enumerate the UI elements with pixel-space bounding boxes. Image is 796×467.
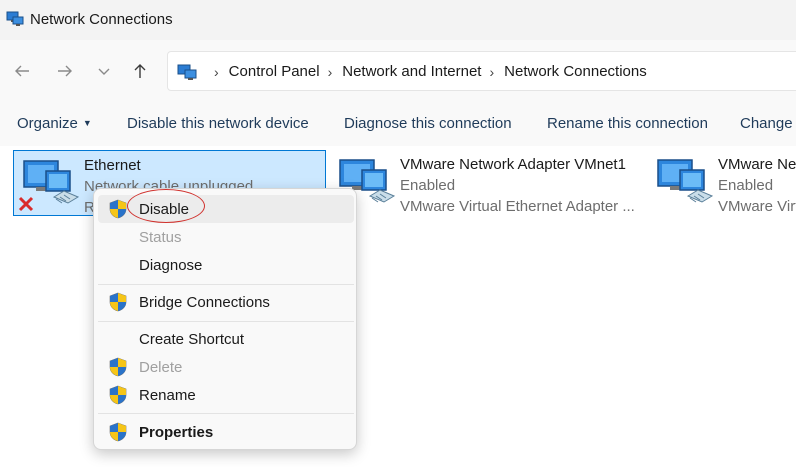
menu-separator	[98, 284, 354, 285]
uac-shield-icon	[109, 385, 127, 405]
breadcrumb-network-connections[interactable]: Network Connections	[504, 63, 647, 80]
network-connections-icon	[177, 64, 197, 80]
uac-shield-icon	[109, 292, 127, 312]
menu-item-rename[interactable]: Rename	[98, 381, 354, 409]
chevron-down-icon	[98, 68, 110, 75]
organize-button[interactable]: Organize ▼	[17, 115, 92, 132]
adapter-name: VMware Ne	[718, 156, 796, 173]
uac-shield-icon	[109, 357, 127, 377]
title-bar: Network Connections	[0, 0, 796, 40]
menu-item-bridge-connections[interactable]: Bridge Connections	[98, 288, 354, 316]
menu-item-label: Bridge Connections	[139, 294, 270, 311]
arrow-left-icon	[15, 65, 29, 77]
adapter-name: VMware Network Adapter VMnet1	[400, 156, 626, 173]
menu-item-label: Properties	[139, 424, 214, 441]
menu-item-diagnose[interactable]: Diagnose	[98, 251, 354, 279]
disable-device-button[interactable]: Disable this network device	[127, 115, 309, 132]
menu-item-label: Rename	[139, 387, 196, 404]
arrow-right-icon	[58, 65, 72, 77]
adapter-device: VMware Virtu	[718, 198, 796, 215]
up-button[interactable]	[127, 58, 153, 84]
adapter-status: Enabled	[718, 177, 774, 194]
organize-label: Organize	[17, 115, 78, 132]
menu-separator	[98, 321, 354, 322]
menu-item-label: Delete	[139, 359, 183, 376]
address-bar-area: › Control Panel › Network and Internet ›…	[0, 40, 796, 102]
rename-connection-button[interactable]: Rename this connection	[547, 115, 708, 132]
breadcrumb-network-and-internet[interactable]: Network and Internet	[342, 63, 481, 80]
back-button[interactable]	[9, 58, 35, 84]
menu-item-label: Create Shortcut	[139, 331, 245, 348]
forward-button[interactable]	[52, 58, 78, 84]
disconnected-x-icon	[18, 196, 34, 212]
menu-item-label: Status	[139, 229, 182, 246]
menu-item-create-shortcut[interactable]: Create Shortcut	[98, 325, 354, 353]
chevron-right-icon[interactable]: ›	[328, 64, 333, 80]
arrow-up-icon	[134, 64, 146, 78]
adapter-vmware-second[interactable]: VMware Ne Enabled VMware Virtu	[648, 150, 796, 216]
menu-item-delete: Delete	[98, 353, 354, 381]
context-menu: Disable Status Diagnose Bridge Connectio…	[93, 188, 357, 450]
menu-separator	[98, 413, 354, 414]
recent-locations-button[interactable]	[91, 58, 117, 84]
diagnose-connection-button[interactable]: Diagnose this connection	[344, 115, 512, 132]
command-bar: Organize ▼ Disable this network device Di…	[0, 102, 796, 146]
menu-item-status: Status	[98, 223, 354, 251]
chevron-right-icon[interactable]: ›	[489, 64, 494, 80]
highlight-circle	[127, 189, 205, 223]
uac-shield-icon	[109, 422, 127, 442]
adapter-vmnet1[interactable]: VMware Network Adapter VMnet1 Enabled VM…	[330, 150, 640, 216]
change-settings-button[interactable]: Change	[740, 115, 793, 132]
adapter-name: Ethernet	[84, 157, 141, 174]
breadcrumb: › Control Panel › Network and Internet ›…	[206, 63, 647, 80]
address-bar[interactable]: › Control Panel › Network and Internet ›…	[167, 51, 796, 91]
breadcrumb-control-panel[interactable]: Control Panel	[229, 63, 320, 80]
adapter-status: Enabled	[400, 177, 456, 194]
menu-item-label: Diagnose	[139, 257, 203, 274]
adapter-device: VMware Virtual Ethernet Adapter ...	[400, 198, 635, 215]
window-title: Network Connections	[30, 11, 173, 28]
caret-down-icon: ▼	[82, 118, 92, 128]
network-connections-icon	[6, 11, 24, 26]
chevron-right-icon[interactable]: ›	[214, 64, 219, 80]
menu-item-properties[interactable]: Properties	[98, 418, 354, 446]
uac-shield-icon	[109, 199, 127, 219]
network-adapter-icon	[657, 159, 714, 203]
